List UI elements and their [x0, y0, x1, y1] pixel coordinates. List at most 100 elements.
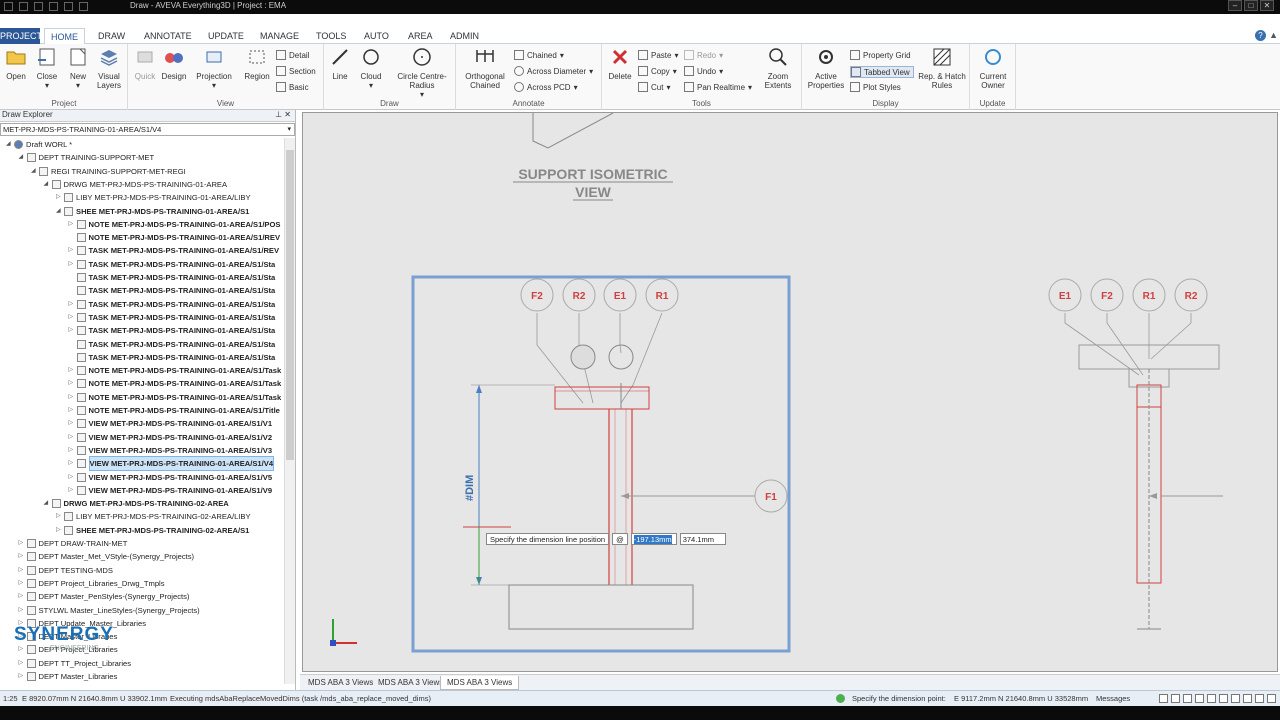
collapsed-icon[interactable]: ▷	[56, 510, 64, 523]
pin-icon[interactable]: ⊥ ✕	[275, 110, 291, 119]
property-grid-button[interactable]: Property Grid	[850, 50, 911, 60]
messages-button[interactable]: Messages	[1096, 691, 1130, 707]
tab-home[interactable]: HOME	[44, 28, 85, 44]
collapsed-icon[interactable]: ▷	[19, 537, 27, 550]
tab-annotate[interactable]: ANNOTATE	[138, 28, 198, 44]
plot-styles-button[interactable]: Plot Styles	[850, 82, 901, 92]
tree-node[interactable]: ▷ TASK MET-PRJ-MDS-PS-TRAINING-01-AREA/S1…	[69, 311, 275, 324]
tree-node[interactable]: ▷ DEPT Master_Libraries	[19, 670, 117, 683]
collapsed-icon[interactable]: ▷	[69, 457, 77, 470]
explorer-path-combo[interactable]: MET-PRJ-MDS-PS-TRAINING-01-AREA/S1/V4 ▾	[0, 123, 295, 136]
tree-node[interactable]: ▷ VIEW MET-PRJ-MDS-PS-TRAINING-01-AREA/S1…	[69, 444, 272, 457]
quick-button[interactable]: Quick	[132, 46, 158, 81]
collapsed-icon[interactable]: ▷	[69, 218, 77, 231]
tree-node[interactable]: ▷ VIEW MET-PRJ-MDS-PS-TRAINING-01-AREA/S1…	[69, 417, 272, 430]
basic-button[interactable]: Basic	[276, 82, 309, 92]
collapsed-icon[interactable]: ▷	[56, 524, 64, 537]
region-button[interactable]: Region	[242, 46, 272, 81]
tree-node[interactable]: ▷ NOTE MET-PRJ-MDS-PS-TRAINING-01-AREA/S1…	[69, 391, 281, 404]
tab-update[interactable]: UPDATE	[202, 28, 250, 44]
doc-tab-1[interactable]: MDS ABA 3 Views	[302, 676, 379, 690]
tree-node[interactable]: ◢ REGI TRAINING-SUPPORT-MET-REGI	[31, 165, 186, 178]
doc-tab-2[interactable]: MDS ABA 3 Views	[372, 676, 449, 690]
collapsed-icon[interactable]: ▷	[69, 391, 77, 404]
collapsed-icon[interactable]: ▷	[69, 377, 77, 390]
tree-node[interactable]: TASK MET-PRJ-MDS-PS-TRAINING-01-AREA/S1/…	[69, 284, 275, 297]
collapsed-icon[interactable]: ▷	[69, 311, 77, 324]
projection-button[interactable]: Projection ▾	[194, 46, 234, 90]
tree-node[interactable]: ▷ DEPT TESTING-MDS	[19, 564, 113, 577]
tree-node[interactable]: NOTE MET-PRJ-MDS-PS-TRAINING-01-AREA/S1/…	[69, 231, 280, 244]
visual-layers-button[interactable]: Visual Layers	[94, 46, 124, 90]
collapsed-icon[interactable]: ▷	[19, 590, 27, 603]
expanded-icon[interactable]: ◢	[44, 178, 52, 191]
maximize-button[interactable]: □	[1244, 0, 1258, 11]
collapsed-icon[interactable]: ▷	[69, 324, 77, 337]
collapsed-icon[interactable]: ▷	[19, 550, 27, 563]
circle-centre-radius-button[interactable]: Circle Centre-Radius ▾	[392, 46, 452, 99]
orthogonal-chained-button[interactable]: Orthogonal Chained	[460, 46, 510, 90]
tree-node[interactable]: ▷ NOTE MET-PRJ-MDS-PS-TRAINING-01-AREA/S1…	[69, 218, 280, 231]
cloud-button[interactable]: Cloud ▾	[356, 46, 386, 90]
zoom-extents-button[interactable]: Zoom Extents	[758, 46, 798, 90]
tree-node[interactable]: ▷ TASK MET-PRJ-MDS-PS-TRAINING-01-AREA/S1…	[69, 244, 279, 257]
tree-node[interactable]: ◢ Draft WORL *	[6, 138, 72, 151]
active-properties-button[interactable]: Active Properties	[806, 46, 846, 90]
expanded-icon[interactable]: ◢	[31, 165, 39, 178]
drawing-area[interactable]: SUPPORT ISOMETRIC VIEW F2 R2 E1 R1 #DIM …	[300, 110, 1280, 674]
tab-manage[interactable]: MANAGE	[254, 28, 305, 44]
expanded-icon[interactable]: ◢	[56, 205, 64, 218]
close-project-button[interactable]: Close ▾	[34, 46, 60, 90]
collapsed-icon[interactable]: ▷	[19, 564, 27, 577]
tree-node[interactable]: TASK MET-PRJ-MDS-PS-TRAINING-01-AREA/S1/…	[69, 351, 275, 364]
line-button[interactable]: Line	[328, 46, 352, 81]
tree-node[interactable]: ▷ VIEW MET-PRJ-MDS-PS-TRAINING-01-AREA/S1…	[69, 431, 272, 444]
tree-node[interactable]: ▷ VIEW MET-PRJ-MDS-PS-TRAINING-01-AREA/S1…	[69, 471, 272, 484]
tab-draw[interactable]: DRAW	[92, 28, 131, 44]
tabbed-view-button[interactable]: Tabbed View	[850, 66, 914, 78]
collapsed-icon[interactable]: ▷	[69, 298, 77, 311]
collapsed-icon[interactable]: ▷	[19, 604, 27, 617]
tab-area[interactable]: AREA	[402, 28, 439, 44]
explorer-scrollbar[interactable]	[284, 138, 295, 684]
collapsed-icon[interactable]: ▷	[69, 431, 77, 444]
collapsed-icon[interactable]: ▷	[69, 417, 77, 430]
across-pcd-button[interactable]: Across PCD ▾	[514, 82, 578, 92]
undo-button[interactable]: Undo ▾	[684, 66, 723, 76]
prompt-value-y[interactable]: 374.1mm	[679, 533, 726, 545]
minimize-button[interactable]: –	[1228, 0, 1242, 11]
collapsed-icon[interactable]: ▷	[69, 244, 77, 257]
tree-node[interactable]: ▷ LIBY MET-PRJ-MDS-PS-TRAINING-01-AREA/LI…	[56, 191, 251, 204]
chained-button[interactable]: Chained ▾	[514, 50, 564, 60]
collapsed-icon[interactable]: ▷	[19, 577, 27, 590]
collapsed-icon[interactable]: ▷	[69, 444, 77, 457]
prompt-value-x[interactable]: -197.13mm	[630, 533, 677, 545]
delete-button[interactable]: Delete	[606, 46, 634, 81]
rep-hatch-rules-button[interactable]: Rep. & Hatch Rules	[918, 46, 966, 90]
drawing-canvas[interactable]: SUPPORT ISOMETRIC VIEW F2 R2 E1 R1 #DIM …	[302, 112, 1278, 672]
tree-node[interactable]: ▷ DEPT TT_Project_Libraries	[19, 657, 131, 670]
drawing-svg[interactable]: SUPPORT ISOMETRIC VIEW F2 R2 E1 R1 #DIM …	[303, 112, 1279, 673]
cut-button[interactable]: Cut ▾	[638, 82, 670, 92]
tree-node[interactable]: ◢ SHEE MET-PRJ-MDS-PS-TRAINING-01-AREA/S1	[56, 205, 249, 218]
tree-node[interactable]: ▷ DEPT Master_Met_VStyle-(Synergy_Project…	[19, 550, 194, 563]
quick-access-toolbar[interactable]	[4, 2, 88, 11]
relative-toggle[interactable]: @	[612, 533, 628, 545]
collapsed-icon[interactable]: ▷	[69, 258, 77, 271]
tree-node[interactable]: ▷ VIEW MET-PRJ-MDS-PS-TRAINING-01-AREA/S1…	[69, 484, 272, 497]
collapsed-icon[interactable]: ▷	[69, 471, 77, 484]
doc-tab-3[interactable]: MDS ABA 3 Views	[440, 676, 520, 690]
tree-node[interactable]: ▷ DEPT DRAW-TRAIN-MET	[19, 537, 127, 550]
expanded-icon[interactable]: ◢	[19, 151, 27, 164]
tree-node[interactable]: ◢ DRWG MET-PRJ-MDS-PS-TRAINING-02-AREA	[44, 497, 229, 510]
collapsed-icon[interactable]: ▷	[19, 657, 27, 670]
tree-node[interactable]: ▷ TASK MET-PRJ-MDS-PS-TRAINING-01-AREA/S1…	[69, 298, 275, 311]
collapsed-icon[interactable]: ▷	[69, 484, 77, 497]
current-owner-button[interactable]: Current Owner	[974, 46, 1012, 90]
open-button[interactable]: Open	[4, 46, 28, 81]
tree-node[interactable]: ▷ LIBY MET-PRJ-MDS-PS-TRAINING-02-AREA/LI…	[56, 510, 251, 523]
tree-node[interactable]: ◢ DRWG MET-PRJ-MDS-PS-TRAINING-01-AREA	[44, 178, 227, 191]
collapsed-icon[interactable]: ▷	[19, 670, 27, 683]
tree-node[interactable]: ▷ STYLWL Master_LineStyles-(Synergy_Proje…	[19, 604, 200, 617]
paste-button[interactable]: Paste ▾	[638, 50, 678, 60]
